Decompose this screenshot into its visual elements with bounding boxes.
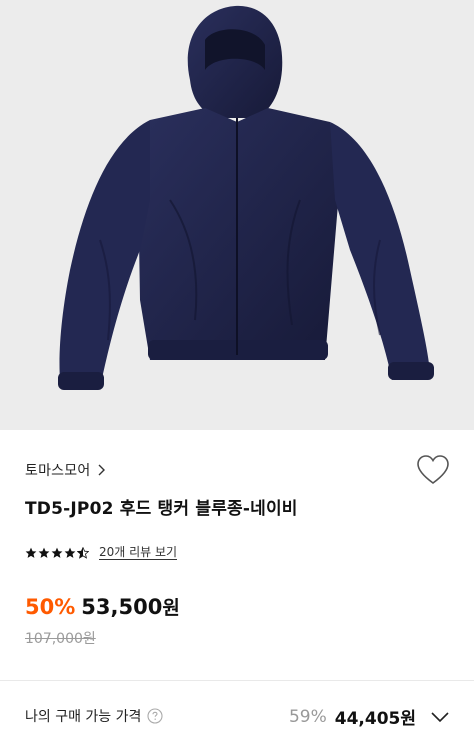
question-circle-icon[interactable] (147, 708, 163, 724)
star-rating (25, 546, 89, 559)
star-full-icon (64, 547, 76, 558)
brand-name[interactable]: 토마스모어 (25, 460, 90, 480)
product-image-area[interactable] (0, 0, 474, 430)
my-price-label-row: 나의 구매 가능 가격 (25, 706, 163, 726)
chevron-right-icon (98, 464, 106, 476)
my-price-unit: 원 (400, 709, 416, 729)
product-title: TD5-JP02 후드 탱커 블루종-네이비 (25, 499, 298, 519)
divider (0, 680, 474, 681)
product-info-panel: 토마스모어 TD5-JP02 후드 탱커 블루종-네이비 20개 리뷰 보기 5… (0, 430, 474, 733)
brand-link[interactable]: 토마스모어 (25, 460, 106, 480)
sale-price-unit: 원 (162, 597, 180, 619)
heart-icon[interactable] (416, 454, 450, 486)
review-link[interactable]: 20개 리뷰 보기 (99, 545, 178, 560)
rating-row: 20개 리뷰 보기 (25, 545, 178, 560)
star-full-icon (51, 547, 63, 558)
original-price: 107,000원 (25, 631, 96, 647)
my-price-value: 44,405 (334, 709, 401, 729)
my-price-label: 나의 구매 가능 가격 (25, 709, 142, 725)
price-row: 50% 53,500원 (25, 593, 180, 620)
star-full-icon (38, 547, 50, 558)
my-discount-rate: 59% (288, 706, 327, 727)
star-half-icon (77, 546, 89, 559)
my-price-dropdown[interactable]: 59% 44,405원 (289, 704, 450, 729)
chevron-down-icon[interactable] (430, 710, 450, 724)
star-full-icon (25, 547, 37, 558)
discount-rate: 50% (25, 595, 76, 619)
sale-price: 53,500 (81, 595, 163, 619)
jacket-product-image (58, 5, 434, 390)
